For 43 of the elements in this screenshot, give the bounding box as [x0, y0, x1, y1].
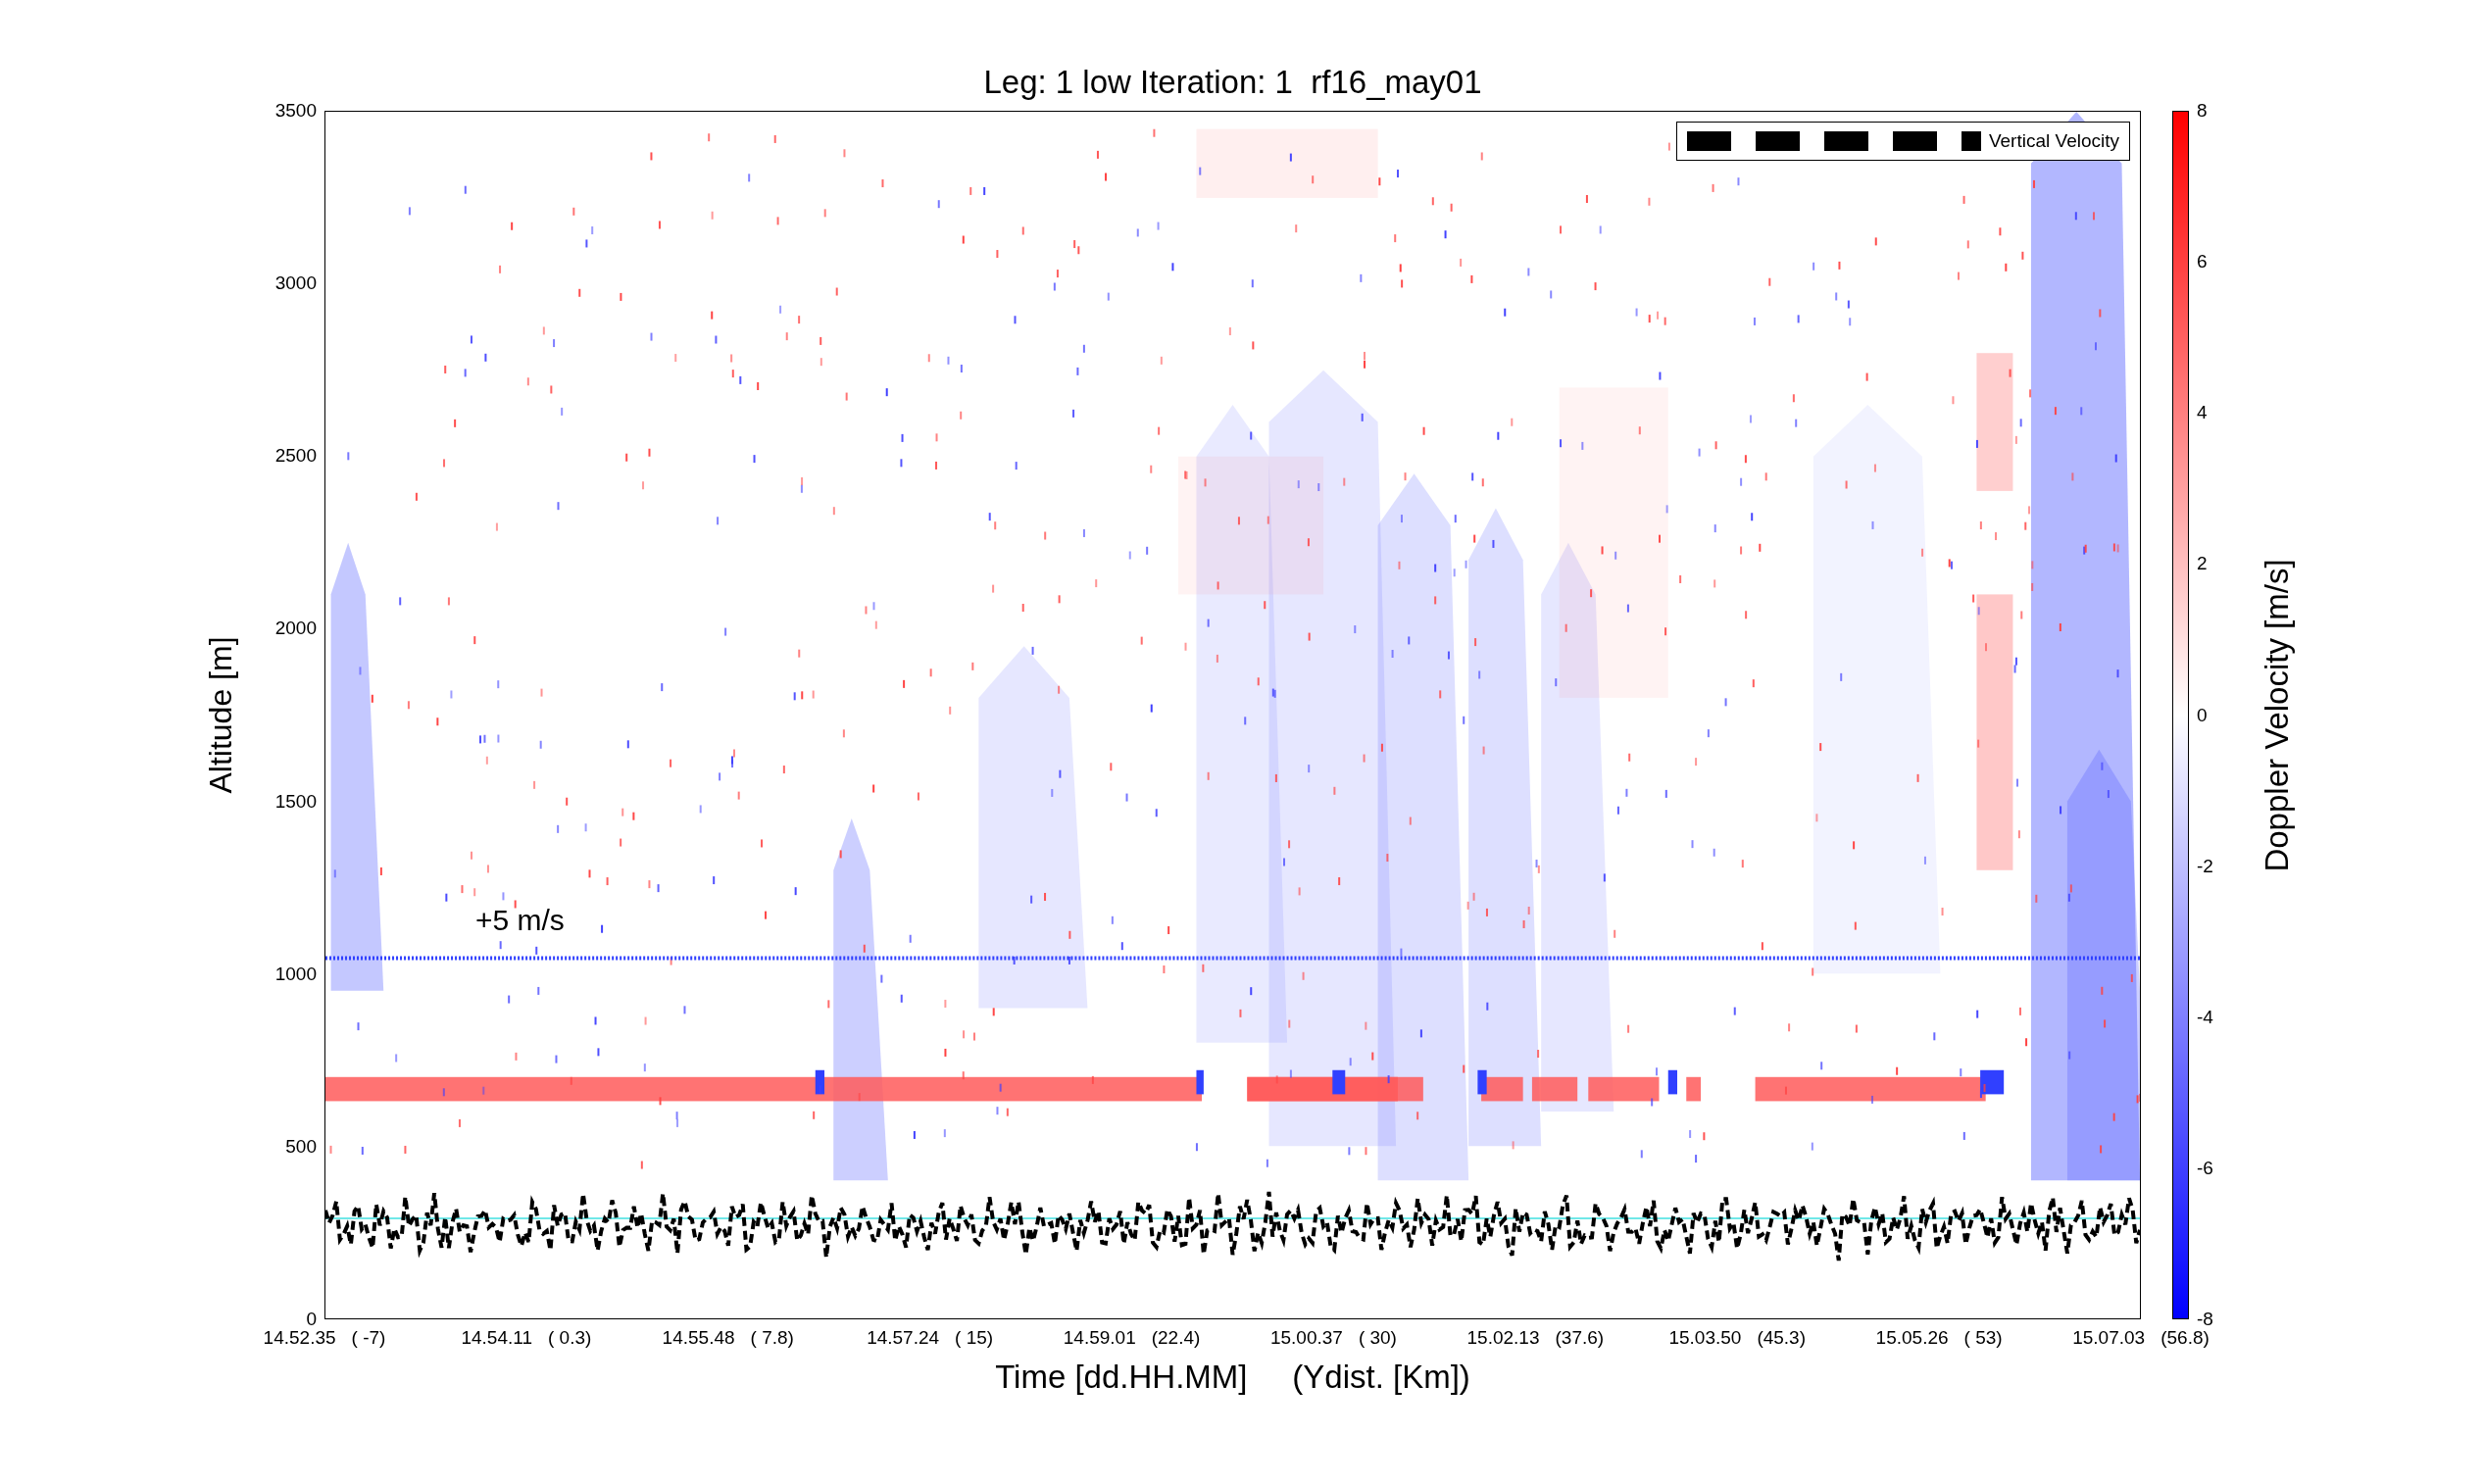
tick-label: 2500 [274, 446, 317, 467]
axis-label: Time [dd.HH.MM] (Ydist. [Km]) [995, 1359, 1470, 1396]
tick-label: 15.03.50 [1668, 1327, 1742, 1349]
tick-label: 4 [2197, 403, 2208, 423]
tick-label: 15.05.26 [1875, 1327, 1949, 1349]
tick-label: -8 [2197, 1310, 2213, 1329]
tick-label: ( -7) [351, 1327, 386, 1349]
tick-label: 14.55.48 [662, 1327, 735, 1349]
tick-label: -2 [2197, 856, 2213, 876]
tick-label: ( 30) [1358, 1327, 1397, 1349]
tick-label: 3000 [274, 273, 317, 294]
tick-label: 8 [2197, 101, 2208, 121]
tick-label: (22.4) [1151, 1327, 1201, 1349]
legend-label: Vertical Velocity [1988, 130, 2119, 152]
tick-label: 15.07.03 [2072, 1327, 2146, 1349]
tick-label: (37.6) [1555, 1327, 1605, 1349]
tick-label: 15.00.37 [1269, 1327, 1343, 1349]
axis-label: Altitude [m] [202, 636, 239, 794]
tick-label: (56.8) [2160, 1327, 2210, 1349]
tick-label: ( 0.3) [548, 1327, 592, 1349]
tick-label: 0 [306, 1310, 317, 1329]
chart-title: Leg: 1 low Iteration: 1 rf16_may01 [983, 64, 1482, 101]
tick-label: 15.02.13 [1466, 1327, 1540, 1349]
tick-label: 0 [2197, 705, 2208, 725]
tick-label: -4 [2197, 1007, 2213, 1027]
tick-label: ( 53) [1963, 1327, 2003, 1349]
axis-label: Doppler Velocity [m/s] [2259, 558, 2296, 872]
tick-label: ( 7.8) [750, 1327, 794, 1349]
tick-label: 2 [2197, 554, 2208, 574]
tick-label: 14.52.35 [263, 1327, 336, 1349]
tick-label: 6 [2197, 252, 2208, 272]
tick-label: 1000 [274, 964, 317, 984]
tick-label: 14.54.11 [461, 1327, 532, 1349]
tick-label: ( 15) [955, 1327, 994, 1349]
tick-label: 1500 [274, 791, 317, 812]
tick-label: 14.59.01 [1063, 1327, 1136, 1349]
annotation-text: +5 m/s [475, 904, 565, 937]
tick-label: 500 [285, 1136, 317, 1157]
tick-label: 2000 [274, 618, 317, 639]
tick-label: 14.57.24 [867, 1327, 940, 1349]
tick-label: (45.3) [1757, 1327, 1806, 1349]
tick-label: -6 [2197, 1158, 2213, 1178]
tick-label: 3500 [274, 101, 317, 121]
